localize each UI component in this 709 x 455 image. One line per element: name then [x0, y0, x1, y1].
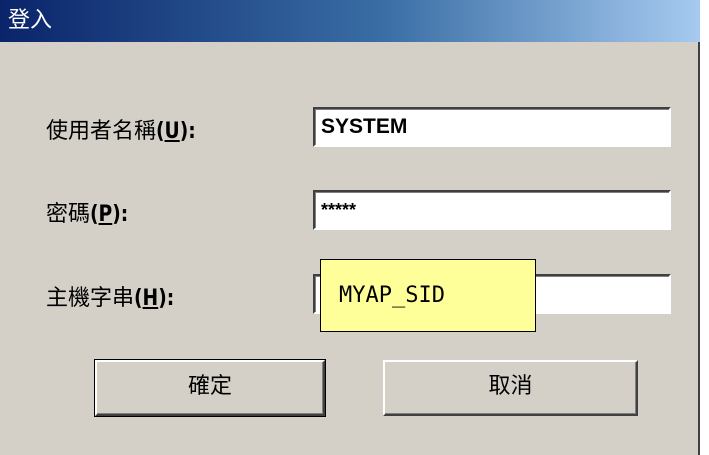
username-input[interactable]	[313, 107, 671, 147]
password-label-text: 密碼	[46, 202, 91, 227]
window-title: 登入	[8, 8, 53, 33]
login-dialog: 登入 使用者名稱(U): 密碼(P): 主機字串(H): MYAP_SID 確定…	[0, 0, 700, 455]
password-input[interactable]	[313, 190, 671, 230]
password-mnemonic-key: P	[98, 202, 113, 227]
username-mnemonic-key: U	[164, 119, 180, 144]
username-mnemonic: (U):	[156, 119, 196, 144]
title-bar[interactable]: 登入	[0, 0, 700, 42]
host-string-label-text: 主機字串	[46, 286, 135, 311]
ok-button[interactable]: 確定	[94, 359, 326, 417]
host-string-label: 主機字串(H):	[46, 284, 181, 314]
password-mnemonic: (P):	[90, 202, 129, 227]
cancel-button[interactable]: 取消	[383, 360, 638, 416]
host-string-mnemonic: (H):	[134, 286, 175, 311]
username-label: 使用者名稱(U):	[46, 117, 203, 147]
password-label: 密碼(P):	[46, 200, 135, 230]
host-string-tooltip: MYAP_SID	[320, 259, 536, 332]
username-label-text: 使用者名稱	[46, 119, 157, 144]
host-string-mnemonic-key: H	[142, 286, 159, 311]
